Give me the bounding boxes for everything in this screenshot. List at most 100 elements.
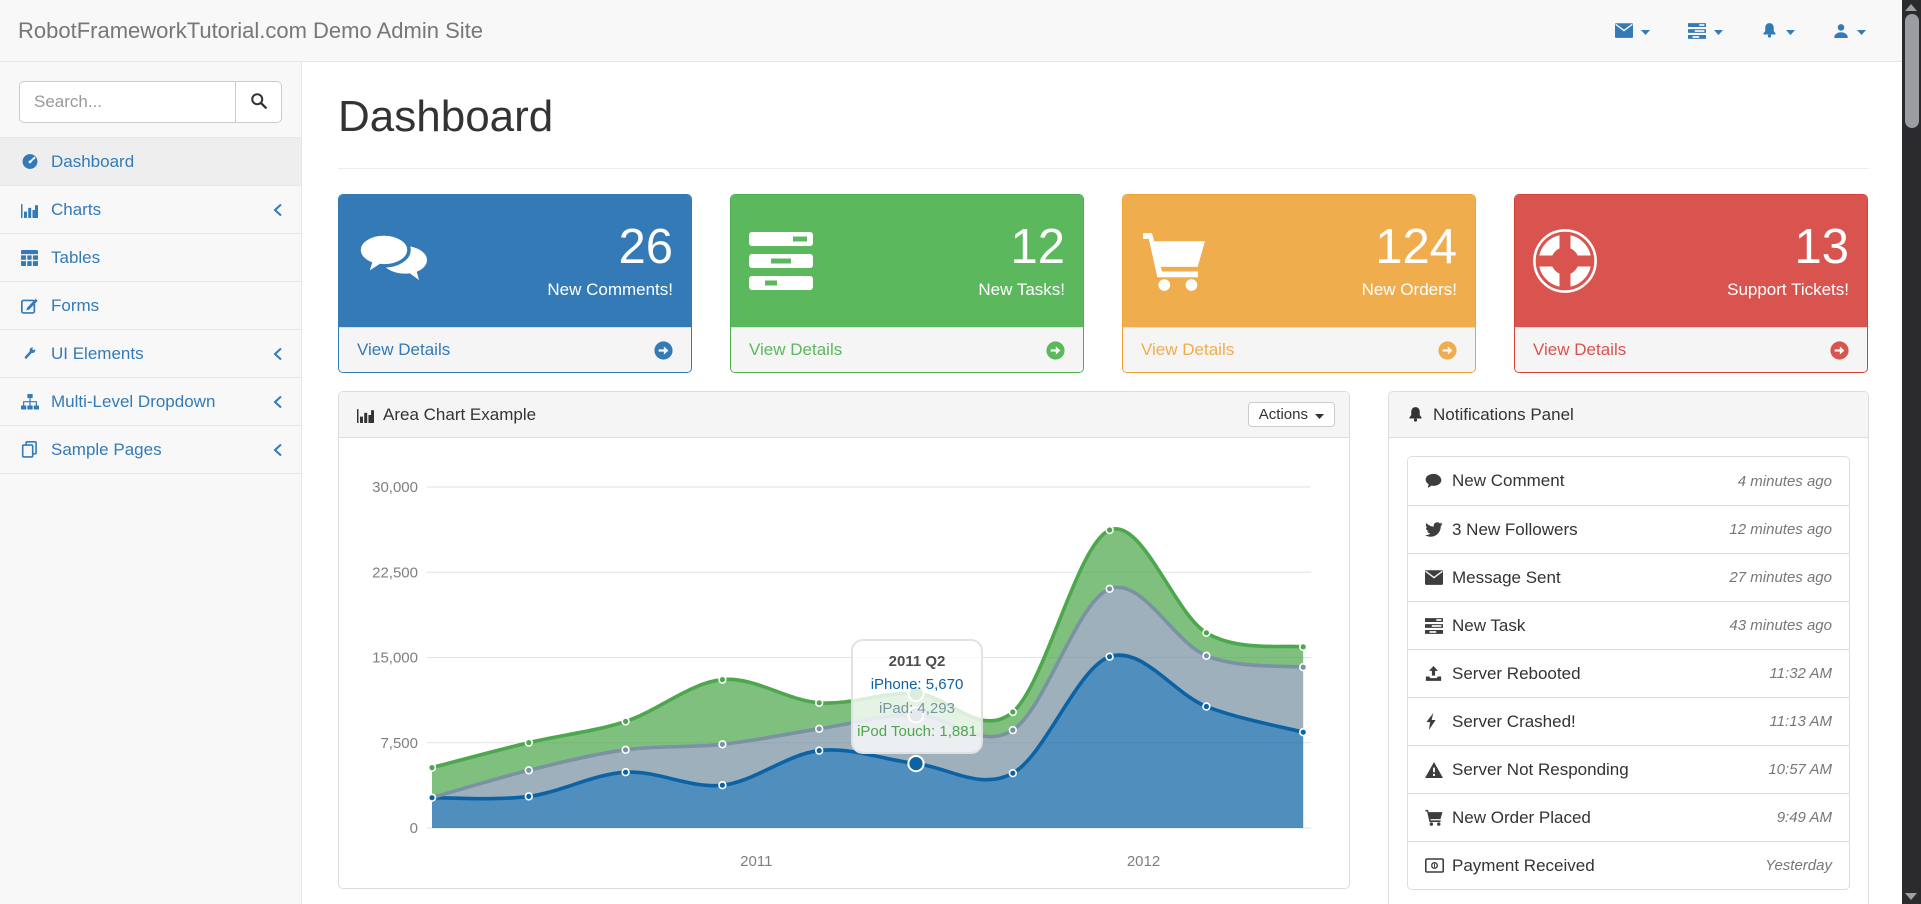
notification-label: 3 New Followers: [1452, 520, 1578, 540]
stat-panel: 12 New Tasks! View Details: [730, 194, 1084, 373]
sidebar-item[interactable]: Multi-Level Dropdown: [0, 378, 301, 426]
wrench-icon: [21, 345, 51, 362]
notifications-panel-title: Notifications Panel: [1433, 405, 1574, 425]
stat-value: 124: [1362, 222, 1457, 273]
view-details-label: View Details: [1141, 340, 1234, 360]
area-chart-body: 07,50015,00022,50030,00020112012 2011 Q2…: [339, 438, 1349, 888]
actions-dropdown-button[interactable]: Actions: [1248, 402, 1335, 427]
chevron-left-icon: [272, 395, 283, 409]
svg-text:30,000: 30,000: [372, 479, 418, 496]
comment-icon: [1425, 473, 1452, 489]
page-wrapper: Dashboard 26 New Comments! View Details: [303, 62, 1921, 904]
notification-label: Server Crashed!: [1452, 712, 1576, 732]
svg-text:7,500: 7,500: [380, 735, 418, 752]
svg-text:22,500: 22,500: [372, 564, 418, 581]
view-details-link[interactable]: View Details: [1123, 327, 1475, 372]
sidebar-item-label: UI Elements: [51, 344, 144, 364]
upload-icon: [1425, 666, 1452, 682]
stat-panel: 26 New Comments! View Details: [338, 194, 692, 373]
notification-item[interactable]: Message Sent 27 minutes ago: [1408, 553, 1849, 601]
sidebar-item-label: Sample Pages: [51, 440, 162, 460]
sidebar-item[interactable]: Charts: [0, 186, 301, 234]
sidebar-item[interactable]: UI Elements: [0, 330, 301, 378]
sidebar-item[interactable]: Sample Pages: [0, 426, 301, 474]
page-title: Dashboard: [338, 95, 1869, 169]
chart-tooltip: 2011 Q2 iPhone: 5,670 iPad: 4,293 iPod T…: [851, 639, 983, 754]
stat-panel-heading: 26 New Comments!: [339, 195, 691, 327]
navbar-dropdown[interactable]: [1669, 0, 1742, 62]
dashboard-icon: [21, 153, 51, 170]
notification-item[interactable]: Payment Received Yesterday: [1408, 841, 1849, 889]
notification-item[interactable]: New Task 43 minutes ago: [1408, 601, 1849, 649]
arrow-circle-right-icon: [654, 341, 673, 360]
search-icon: [250, 92, 267, 112]
scrollbar-down-arrow[interactable]: [1905, 893, 1917, 900]
notification-time: 9:49 AM: [1777, 809, 1832, 826]
money-icon: [1425, 858, 1452, 873]
view-details-link[interactable]: View Details: [339, 327, 691, 372]
sidebar-item-label: Multi-Level Dropdown: [51, 392, 215, 412]
navbar-dropdown[interactable]: [1596, 0, 1669, 62]
area-chart-panel: Area Chart Example Actions 0 7,500 15,000 2…: [338, 391, 1350, 889]
scrollbar-thumb[interactable]: [1905, 14, 1919, 128]
stat-panel-heading: 124 New Orders!: [1123, 195, 1475, 327]
stat-label: New Tasks!: [978, 280, 1065, 300]
chevron-left-icon: [272, 443, 283, 457]
view-details-label: View Details: [749, 340, 842, 360]
table-icon: [21, 250, 51, 266]
view-details-label: View Details: [1533, 340, 1626, 360]
cart-big-icon: [1141, 230, 1207, 292]
notifications-panel-heading: Notifications Panel: [1389, 392, 1868, 438]
navbar-dropdown[interactable]: [1742, 0, 1814, 62]
browser-scrollbar[interactable]: [1902, 0, 1921, 904]
stat-panel-heading: 13 Support Tickets!: [1515, 195, 1867, 327]
search-input[interactable]: [19, 81, 235, 123]
notifications-panel: Notifications Panel New Comment 4 minute…: [1388, 391, 1869, 904]
stat-panel: 13 Support Tickets! View Details: [1514, 194, 1868, 373]
stat-label: Support Tickets!: [1727, 280, 1849, 300]
notification-item[interactable]: New Order Placed 9:49 AM: [1408, 793, 1849, 841]
notification-time: Yesterday: [1765, 857, 1832, 874]
notification-time: 12 minutes ago: [1729, 521, 1832, 538]
notification-label: New Order Placed: [1452, 808, 1591, 828]
sidebar-item-label: Charts: [51, 200, 101, 220]
chart-tooltip-row: iPhone: 5,670: [857, 673, 977, 696]
cart-icon: [1425, 809, 1452, 826]
svg-text:0: 0: [410, 820, 418, 837]
sidebar-item[interactable]: Forms: [0, 282, 301, 330]
envelope-icon: [1425, 570, 1452, 585]
scrollbar-up-arrow[interactable]: [1905, 4, 1917, 11]
notification-item[interactable]: 3 New Followers 12 minutes ago: [1408, 505, 1849, 553]
chevron-left-icon: [272, 347, 283, 361]
sidebar-item[interactable]: Dashboard: [0, 138, 301, 186]
navbar-dropdown[interactable]: [1814, 0, 1885, 62]
notification-label: Server Not Responding: [1452, 760, 1629, 780]
notification-item[interactable]: Server Crashed! 11:13 AM: [1408, 697, 1849, 745]
stat-value: 13: [1727, 222, 1849, 273]
brand-link[interactable]: RobotFrameworkTutorial.com Demo Admin Si…: [18, 18, 483, 44]
svg-text:2011: 2011: [740, 853, 772, 870]
notification-item[interactable]: Server Rebooted 11:32 AM: [1408, 649, 1849, 697]
stat-panels-row: 26 New Comments! View Details 12: [338, 194, 1869, 373]
tasks-icon: [1425, 618, 1452, 634]
notification-label: Message Sent: [1452, 568, 1561, 588]
files-icon: [21, 441, 51, 458]
search-button[interactable]: [235, 81, 282, 123]
tasks-icon: [1688, 23, 1706, 39]
sidebar-item[interactable]: Tables: [0, 234, 301, 282]
bar-chart-icon: [357, 407, 374, 423]
view-details-link[interactable]: View Details: [731, 327, 1083, 372]
stat-panel: 124 New Orders! View Details: [1122, 194, 1476, 373]
notification-item[interactable]: New Comment 4 minutes ago: [1408, 457, 1849, 505]
sidebar-search: [19, 81, 282, 123]
view-details-link[interactable]: View Details: [1515, 327, 1867, 372]
bell-icon: [1407, 406, 1424, 423]
stat-value: 12: [978, 222, 1065, 273]
notification-item[interactable]: Server Not Responding 10:57 AM: [1408, 745, 1849, 793]
sidebar: Dashboard Charts Tables Forms: [0, 62, 302, 904]
notification-time: 27 minutes ago: [1729, 569, 1832, 586]
notification-time: 4 minutes ago: [1738, 473, 1832, 490]
area-chart-panel-title: Area Chart Example: [383, 405, 536, 425]
svg-text:15,000: 15,000: [372, 650, 418, 667]
area-chart-svg: 07,50015,00022,50030,00020112012: [339, 438, 1349, 888]
